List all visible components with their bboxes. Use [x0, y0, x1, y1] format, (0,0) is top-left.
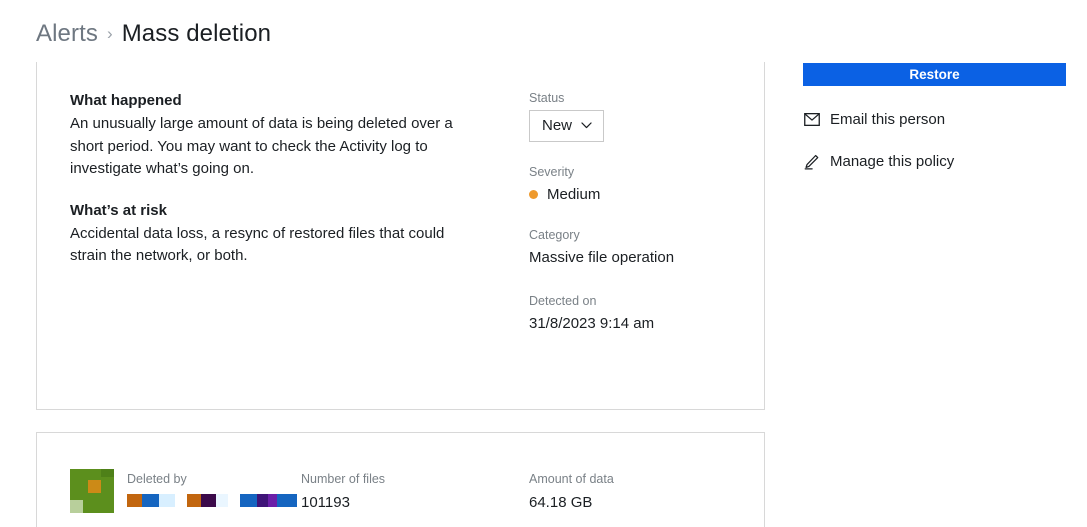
pencil-icon	[803, 153, 820, 170]
alert-metadata-column: Status New Severity Medium Category Mass…	[529, 90, 739, 356]
alert-detail-page: Alerts › Mass deletion What happened An …	[0, 0, 1087, 527]
deleted-by-label: Deleted by	[127, 472, 187, 486]
avatar-pixel-top	[101, 469, 114, 477]
number-of-files-value: 101193	[301, 494, 350, 511]
envelope-icon	[803, 111, 820, 128]
breadcrumb-link-alerts[interactable]: Alerts	[36, 20, 98, 48]
amount-of-data-field: Amount of data 64.18 GB	[529, 471, 729, 513]
severity-label: Severity	[529, 165, 575, 179]
severity-dot-icon	[529, 190, 538, 199]
detected-on-value: 31/8/2023 9:14 am	[529, 315, 655, 332]
number-of-files-label: Number of files	[301, 472, 386, 486]
number-of-files-field: Number of files 101193	[301, 471, 501, 513]
detected-on-label: Detected on	[529, 294, 597, 308]
email-this-person-label: Email this person	[830, 111, 946, 128]
restore-button[interactable]: Restore	[803, 63, 1066, 86]
redaction-gap	[175, 494, 187, 507]
manage-this-policy-label: Manage this policy	[830, 153, 955, 170]
what-happened-heading: What happened	[70, 92, 182, 109]
alert-summary-card: What happened An unusually large amount …	[36, 62, 765, 410]
redaction-block	[159, 494, 175, 507]
status-select-value: New	[542, 117, 573, 134]
action-rail: Restore Email this person Manage this po…	[803, 63, 1066, 170]
category-label: Category	[529, 228, 580, 242]
category-field: Category Massive file operation	[529, 227, 739, 268]
redaction-block	[142, 494, 159, 507]
breadcrumb: Alerts › Mass deletion	[36, 20, 271, 48]
avatar	[70, 469, 114, 513]
status-label: Status	[529, 91, 565, 105]
chevron-down-icon	[581, 122, 592, 129]
category-value: Massive file operation	[529, 249, 675, 266]
page-title: Mass deletion	[121, 20, 272, 47]
redaction-block	[240, 494, 257, 507]
amount-of-data-label: Amount of data	[529, 472, 614, 486]
redaction-gap	[228, 494, 240, 507]
severity-field: Severity Medium	[529, 164, 739, 205]
whats-at-risk-body: Accidental data loss, a resync of restor…	[70, 224, 445, 265]
deleted-by-field: Deleted by	[127, 471, 317, 507]
severity-value-row: Medium	[529, 184, 739, 205]
status-field: Status New	[529, 90, 739, 142]
deleted-by-value-redacted	[127, 494, 317, 507]
whats-at-risk-heading: What’s at risk	[70, 201, 167, 219]
what-happened-body: An unusually large amount of data is bei…	[70, 115, 453, 177]
avatar-pixel-corner	[70, 500, 83, 513]
manage-this-policy-link[interactable]: Manage this policy	[803, 153, 1066, 170]
redaction-block	[187, 494, 201, 507]
redaction-block	[277, 494, 297, 507]
amount-of-data-value: 64.18 GB	[529, 494, 593, 511]
redaction-block	[127, 494, 142, 507]
severity-value: Medium	[547, 186, 601, 203]
redaction-block	[268, 494, 277, 507]
status-select[interactable]: New	[529, 110, 605, 142]
email-this-person-link[interactable]: Email this person	[803, 111, 1066, 128]
redaction-block	[201, 494, 216, 507]
redaction-block	[216, 494, 228, 507]
avatar-pixel-center	[88, 480, 101, 493]
alert-stats-card: Deleted by Number of files 101193 Amount…	[36, 432, 765, 527]
breadcrumb-separator-icon: ›	[106, 24, 113, 43]
redaction-block	[257, 494, 268, 507]
detected-on-field: Detected on 31/8/2023 9:14 am	[529, 293, 739, 334]
alert-description-column: What happened An unusually large amount …	[70, 90, 470, 268]
